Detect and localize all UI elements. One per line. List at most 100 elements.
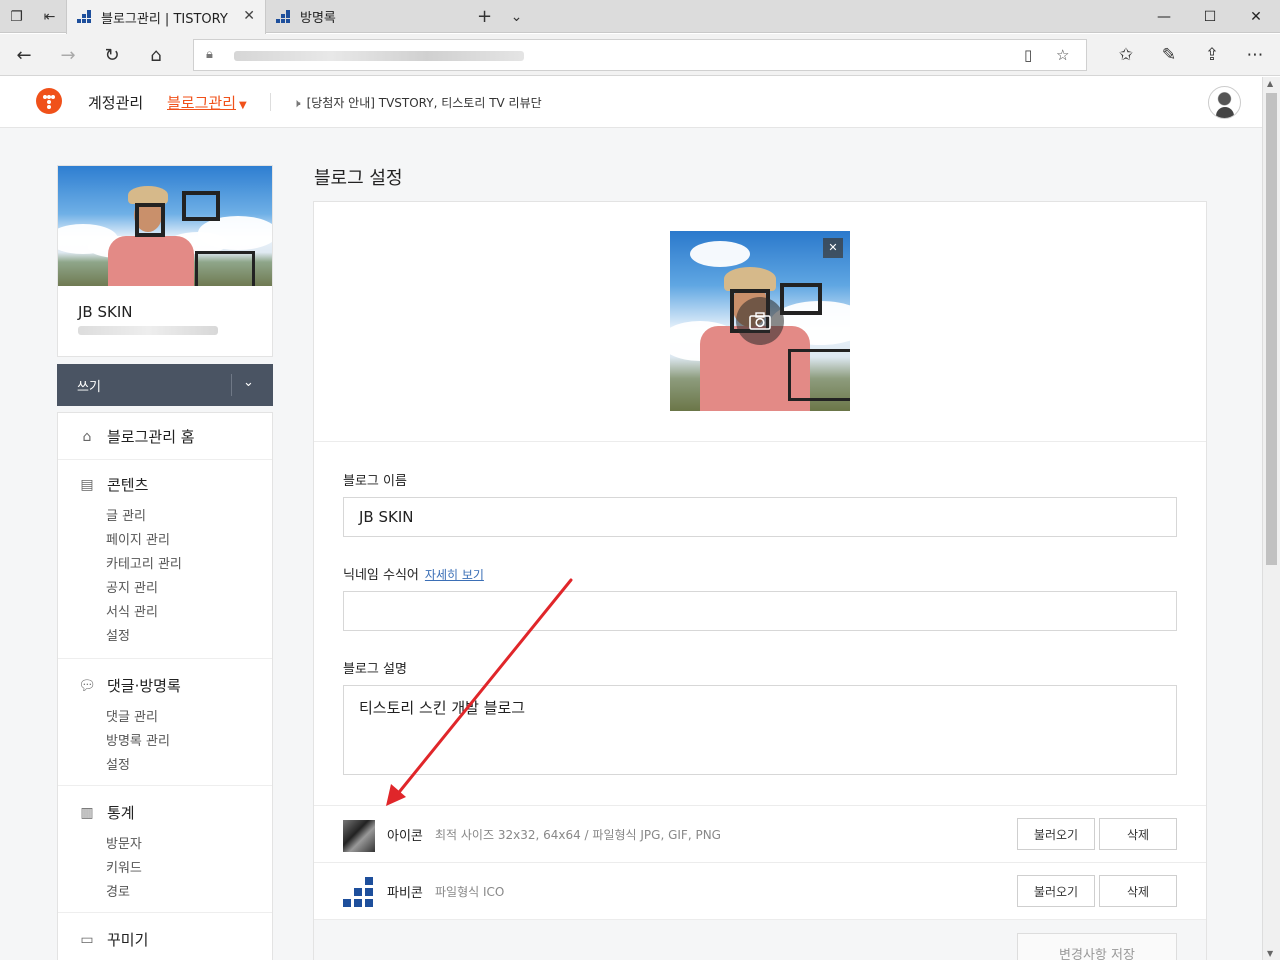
set-aside-icon[interactable]: ⇤ <box>33 0 66 33</box>
blog-name-input[interactable]: JB SKIN <box>343 497 1177 537</box>
blog-name: JB SKIN <box>78 303 133 321</box>
sidebar-section-design: ▭ 꾸미기 <box>58 913 272 960</box>
chevron-down-icon[interactable]: ⌄ <box>243 375 254 390</box>
write-divider <box>231 374 232 396</box>
header-divider <box>270 93 271 111</box>
refresh-icon[interactable]: ↻ <box>90 34 134 76</box>
icon-load-button[interactable]: 불러오기 <box>1017 818 1095 850</box>
sidebar-item-design[interactable]: ▭ 꾸미기 <box>78 929 148 950</box>
menu-blog-admin[interactable]: 블로그관리 ▼ <box>167 92 247 113</box>
menu-account[interactable]: 계정관리 <box>88 92 143 113</box>
blog-image-upload[interactable]: ✕ <box>670 231 850 411</box>
share-icon[interactable]: ⇪ <box>1190 34 1234 76</box>
back-icon[interactable]: ← <box>2 34 46 76</box>
sidebar-item-comment-manage[interactable]: 댓글 관리 <box>106 706 158 725</box>
remove-image-icon[interactable]: ✕ <box>823 238 843 258</box>
sidebar-item-visitors[interactable]: 방문자 <box>106 833 142 852</box>
document-icon: ▤ <box>80 476 94 493</box>
close-tab-icon[interactable]: ✕ <box>243 8 255 24</box>
sidebar-item-guestbook-manage[interactable]: 방명록 관리 <box>106 730 170 749</box>
settings-panel: ✕ 블로그 이름 JB SKIN 닉네임 수식어 자세히 보기 블로그 설명 티스… <box>313 201 1207 960</box>
speech-bubble-icon: 💬︎ <box>78 677 96 694</box>
minimize-button[interactable]: — <box>1141 0 1187 33</box>
menu-blog-label: 블로그관리 <box>167 94 237 112</box>
tab-blog-admin[interactable]: 블로그관리 | TISTORY ✕ <box>66 0 266 34</box>
pen-icon[interactable]: ✎ <box>1147 34 1191 76</box>
notice-text: [당첨자 안내] TVSTORY, 티스토리 TV 리뷰단 <box>306 96 542 110</box>
tab-actions-icon[interactable]: ❐ <box>0 0 33 33</box>
page-scrollbar[interactable]: ▲ ▼ <box>1262 77 1280 960</box>
sidebar-item-comments[interactable]: 💬︎ 댓글·방명록 <box>78 675 181 696</box>
sidebar-item-label: 꾸미기 <box>107 931 149 949</box>
nickname-label: 닉네임 수식어 자세히 보기 <box>343 564 484 583</box>
tab-guestbook[interactable]: 방명록 <box>266 0 466 33</box>
icon-row: 아이콘 최적 사이즈 32x32, 64x64 / 파일형식 JPG, GIF,… <box>314 805 1206 862</box>
write-label: 쓰기 <box>77 380 101 395</box>
save-changes-button[interactable]: 변경사항 저장 <box>1017 933 1177 960</box>
blog-address-blurred <box>78 326 218 335</box>
sidebar-item-label: 콘텐츠 <box>107 476 149 494</box>
nickname-detail-link[interactable]: 자세히 보기 <box>425 568 484 582</box>
favorites-icon[interactable]: ✩ <box>1104 34 1148 76</box>
write-button[interactable]: 쓰기 ⌄ <box>57 364 273 406</box>
sidebar-item-notices[interactable]: 공지 관리 <box>106 577 158 596</box>
sidebar-item-label: 블로그관리 홈 <box>107 428 195 446</box>
speaker-icon: 🕨︎ <box>293 96 301 110</box>
sidebar-item-keywords[interactable]: 키워드 <box>106 857 142 876</box>
tistory-icon <box>276 9 290 24</box>
icon-delete-button[interactable]: 삭제 <box>1099 818 1177 850</box>
sidebar-item-content-settings[interactable]: 설정 <box>106 625 130 644</box>
nickname-input[interactable] <box>343 591 1177 631</box>
close-window-button[interactable]: ✕ <box>1233 0 1279 33</box>
url-field[interactable]: 🔒︎ ▯ ☆ <box>193 39 1087 71</box>
favicon-row: 파비콘 파일형식 ICO 불러오기 삭제 <box>314 862 1206 919</box>
description-label: 블로그 설명 <box>343 662 407 677</box>
sidebar-item-content[interactable]: ▤ 콘텐츠 <box>78 474 148 495</box>
maximize-button[interactable]: ☐ <box>1187 0 1233 33</box>
sidebar-section-comments: 💬︎ 댓글·방명록 댓글 관리 방명록 관리 설정 <box>58 659 272 786</box>
url-blurred <box>234 51 524 61</box>
sidebar-item-label: 댓글·방명록 <box>107 677 181 695</box>
favicon-load-button[interactable]: 불러오기 <box>1017 875 1095 907</box>
sidebar-item-stats[interactable]: ▥ 통계 <box>78 802 134 823</box>
site-header: 계정관리 블로그관리 ▼ 🕨︎ [당첨자 안내] TVSTORY, 티스토리 TV … <box>0 77 1262 128</box>
home-icon[interactable]: ⌂ <box>134 34 178 76</box>
icon-hint: 최적 사이즈 32x32, 64x64 / 파일형식 JPG, GIF, PNG <box>435 828 721 842</box>
reading-view-icon[interactable]: ▯ <box>1024 46 1032 64</box>
home-icon: ⌂ <box>82 428 92 445</box>
blog-name-label: 블로그 이름 <box>343 474 407 489</box>
panel-divider <box>314 441 1206 442</box>
blog-cover-image <box>58 166 272 286</box>
scroll-down-icon[interactable]: ▼ <box>1267 949 1273 958</box>
caret-down-icon: ▼ <box>239 100 247 111</box>
address-toolbar: ← → ↻ ⌂ 🔒︎ ▯ ☆ ✩ ✎ ⇪ ⋯ <box>0 34 1280 76</box>
notice-link[interactable]: 🕨︎ [당첨자 안내] TVSTORY, 티스토리 TV 리뷰단 <box>293 94 542 111</box>
sidebar-item-categories[interactable]: 카테고리 관리 <box>106 553 182 572</box>
layout-icon: ▭ <box>80 931 94 948</box>
favicon-delete-button[interactable]: 삭제 <box>1099 875 1177 907</box>
forward-icon[interactable]: → <box>46 34 90 76</box>
description-textarea[interactable]: 티스토리 스킨 개발 블로그 <box>343 685 1177 775</box>
chevron-down-icon[interactable]: ⌄ <box>500 0 533 33</box>
scroll-up-icon[interactable]: ▲ <box>1267 79 1273 88</box>
camera-icon[interactable] <box>736 297 784 345</box>
scroll-thumb[interactable] <box>1266 93 1277 565</box>
bar-chart-icon: ▥ <box>80 804 94 821</box>
sidebar-item-referrers[interactable]: 경로 <box>106 881 130 900</box>
sidebar-item-home[interactable]: ⌂ 블로그관리 홈 <box>78 426 195 447</box>
more-icon[interactable]: ⋯ <box>1233 34 1277 76</box>
sidebar-item-templates[interactable]: 서식 관리 <box>106 601 158 620</box>
tab-title: 방명록 <box>300 11 336 26</box>
blog-icon-thumbnail <box>343 820 375 852</box>
favicon-label: 파비콘 <box>387 886 423 901</box>
icon-label: 아이콘 <box>387 829 423 844</box>
sidebar-item-pages[interactable]: 페이지 관리 <box>106 529 170 548</box>
user-avatar[interactable] <box>1208 86 1241 119</box>
tistory-logo-icon[interactable] <box>36 88 62 114</box>
sidebar-item-comment-settings[interactable]: 설정 <box>106 754 130 773</box>
sidebar-item-posts[interactable]: 글 관리 <box>106 505 146 524</box>
favorite-star-icon[interactable]: ☆ <box>1056 46 1069 64</box>
favicon-hint: 파일형식 ICO <box>435 885 505 899</box>
page-title: 블로그 설정 <box>314 168 403 189</box>
new-tab-icon[interactable]: + <box>468 0 501 33</box>
